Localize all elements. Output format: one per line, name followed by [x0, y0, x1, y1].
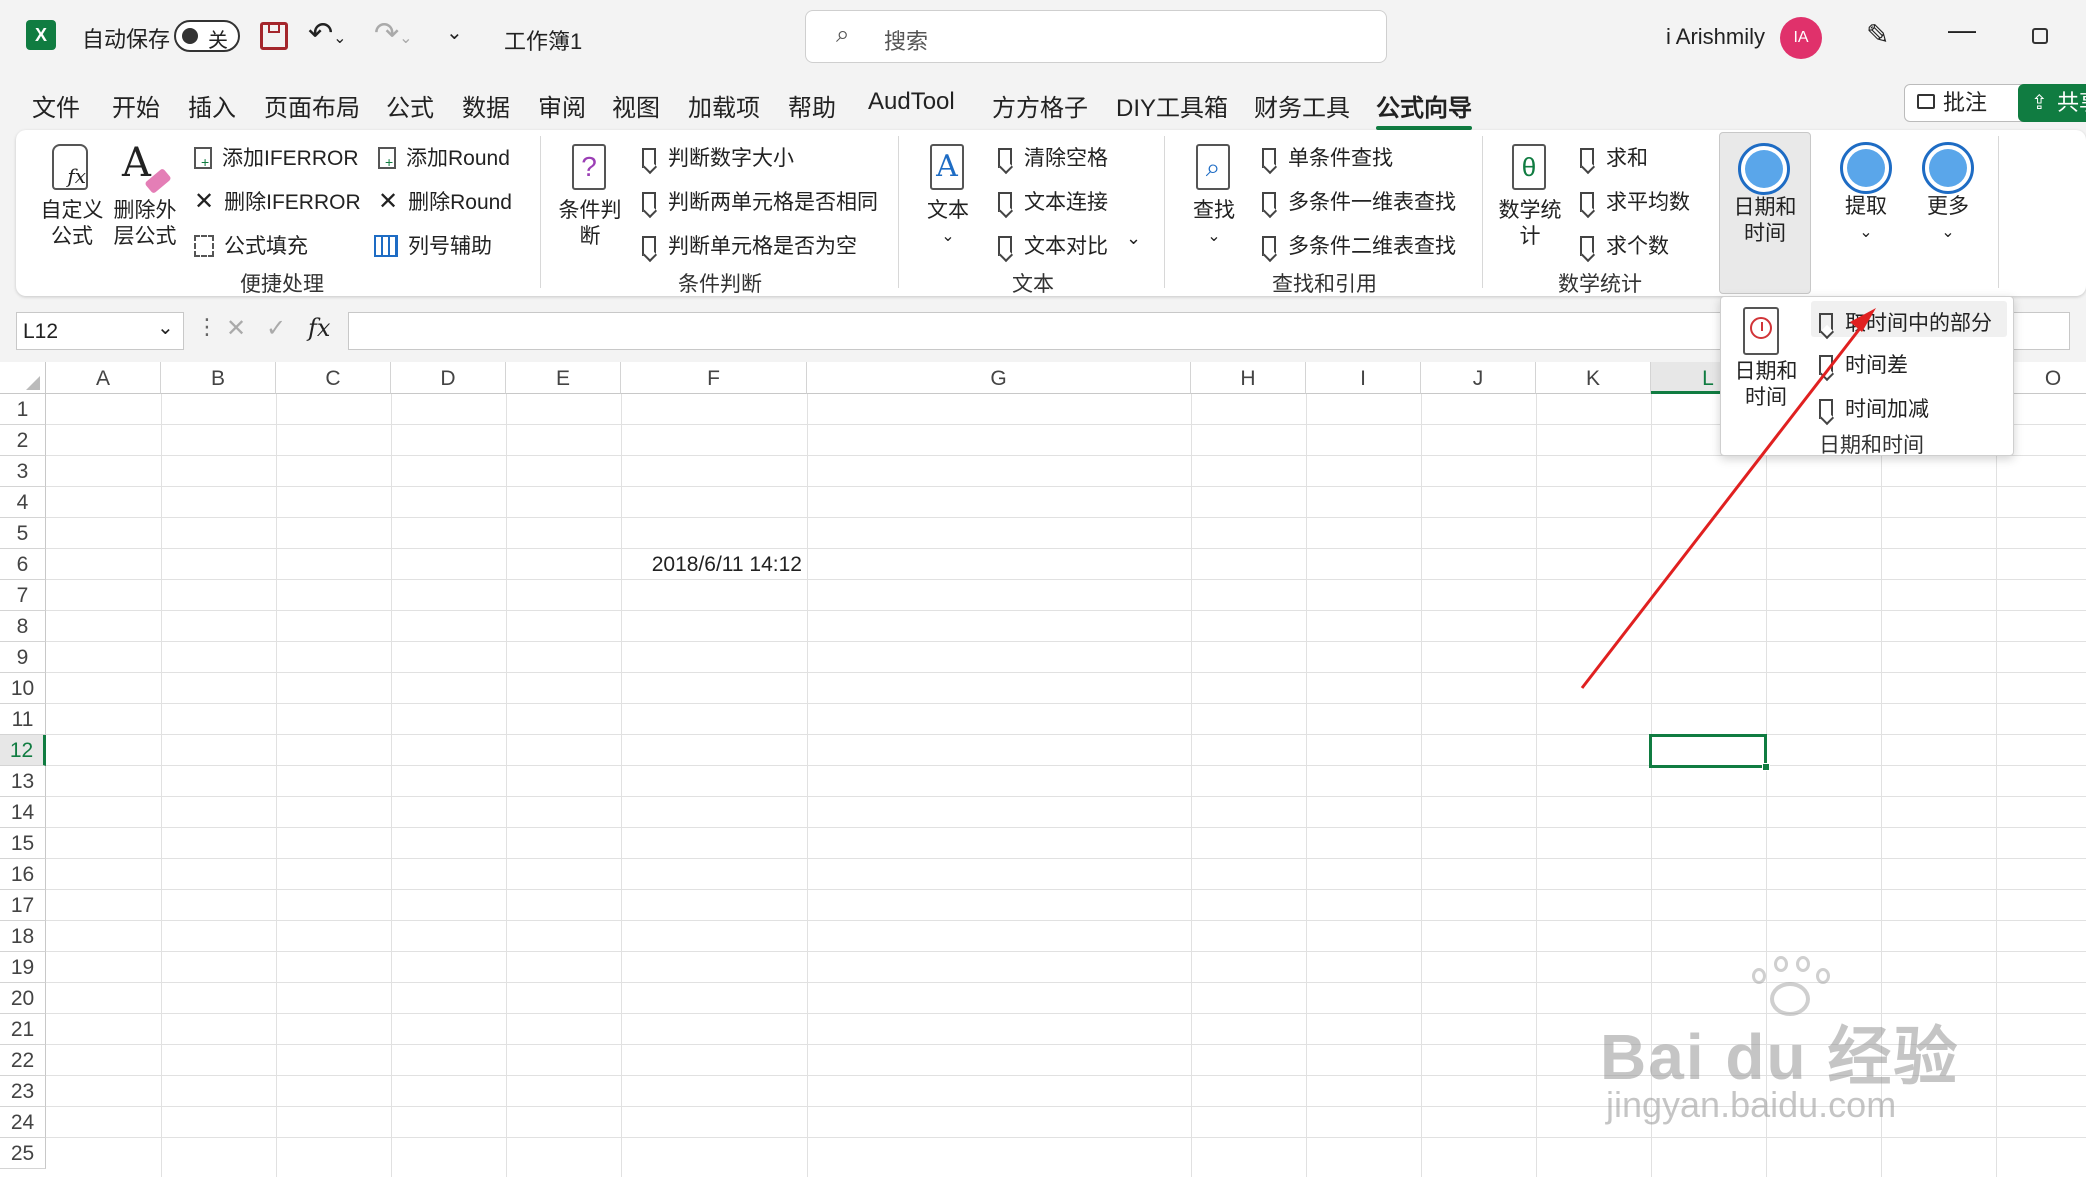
- watermark-url: jingyan.baidu.com: [1606, 1084, 1897, 1125]
- baidu-watermark: Bai du 经验 jingyan.baidu.com: [1600, 956, 2020, 1140]
